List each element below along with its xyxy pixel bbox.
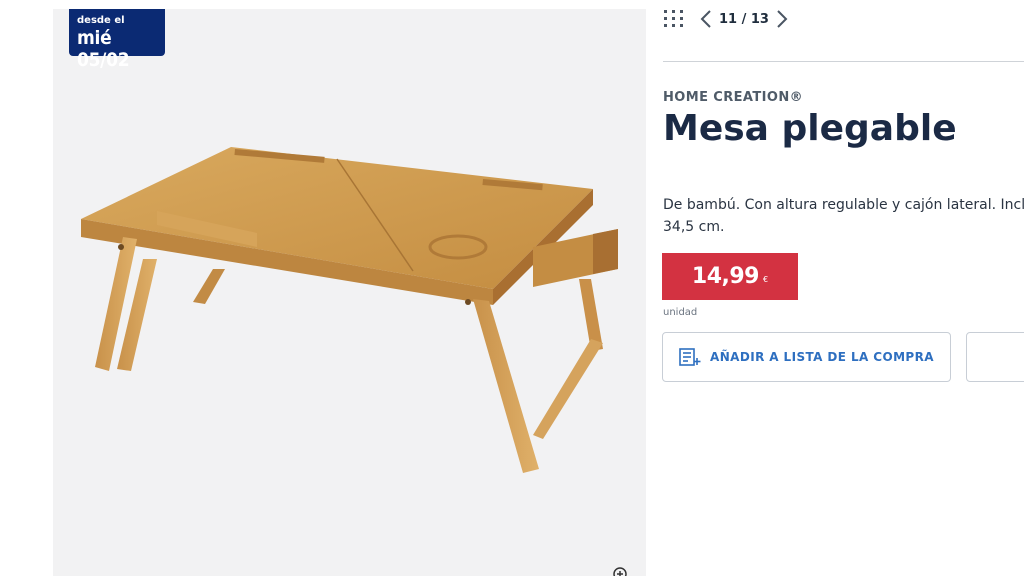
add-to-shopping-list-button[interactable]: AÑADIR A LISTA DE LA COMPRA (662, 332, 951, 382)
chevron-right-icon[interactable] (775, 8, 789, 30)
pager-count: 11 / 13 (719, 11, 769, 27)
product-title: Mesa plegable (663, 108, 957, 149)
badge-line1: desde el (77, 15, 125, 26)
list-add-icon (679, 348, 701, 366)
product-description: De bambú. Con altura regulable y cajón l… (663, 194, 1024, 238)
price-badge: 14,99 € (662, 253, 798, 300)
price-amount: 14,99 (691, 264, 760, 289)
badge-line2: mié 05/02 (77, 27, 130, 71)
description-line1: De bambú. Con altura regulable y cajón l… (663, 197, 1024, 213)
description-line2: 34,5 cm. (663, 219, 725, 235)
add-to-list-label: AÑADIR A LISTA DE LA COMPRA (710, 350, 934, 364)
secondary-action-button[interactable] (966, 332, 1024, 382)
grid-icon[interactable] (663, 9, 685, 29)
price-unit: unidad (663, 307, 698, 318)
divider (663, 61, 1024, 62)
product-image[interactable] (73, 139, 633, 479)
product-brand: HOME CREATION® (663, 90, 803, 105)
chevron-left-icon[interactable] (699, 8, 713, 30)
product-gallery: desde el mié 05/02 (53, 9, 646, 576)
price-currency: € (763, 275, 769, 284)
zoom-icon[interactable] (611, 565, 631, 576)
availability-badge: desde el mié 05/02 (69, 9, 165, 71)
image-pager: 11 / 13 (663, 8, 789, 30)
